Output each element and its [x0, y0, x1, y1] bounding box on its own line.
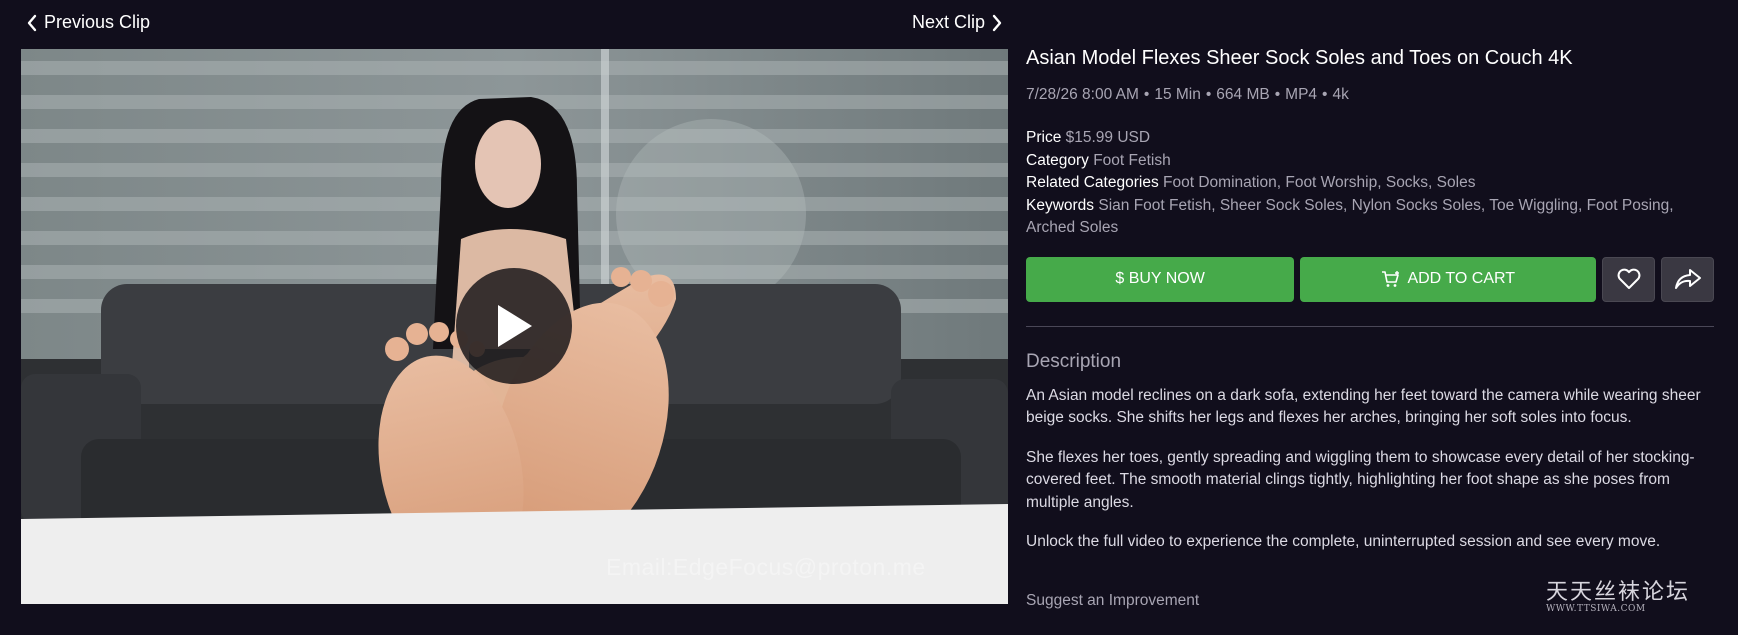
site-watermark-text: 天天丝袜论坛 [1546, 580, 1691, 605]
chevron-left-icon [27, 14, 37, 31]
purchase-actions: $ BUY NOW ADD TO CART [1026, 256, 1714, 302]
price-row: Price $15.99 USD [1026, 129, 1151, 146]
category-row: Category Foot Fetish [1026, 151, 1171, 169]
favorite-button[interactable] [1602, 256, 1656, 302]
description-heading: Description [1026, 350, 1122, 372]
video-watermark: Email:EdgeFocus@proton.me [606, 554, 926, 580]
next-clip-label: Next Clip [912, 12, 986, 32]
clip-title: Asian Model Flexes Sheer Sock Soles and … [1026, 47, 1573, 69]
previous-clip-link[interactable]: Previous Clip [26, 12, 150, 33]
clip-meta: 7/28/26 8:00 AM • 15 Min • 664 MB • MP4 • 4k [1026, 86, 1349, 103]
cart-add-icon [1382, 271, 1400, 287]
chevron-right-icon [992, 14, 1002, 31]
previous-clip-label: Previous Clip [44, 12, 151, 32]
buy-now-label: $ BUY NOW [1115, 270, 1205, 287]
clip-date: 7/28/26 8:00 AM [1026, 86, 1139, 103]
keywords-row: Keywords Sian Foot Fetish, Sheer Sock So… [1026, 196, 1674, 237]
clip-details: Price $15.99 USD Category Foot Fetish Re… [1026, 127, 1714, 240]
suggest-improvement-link[interactable]: Suggest an Improvement [1026, 592, 1199, 610]
clip-resolution: 4k [1332, 86, 1349, 103]
section-divider [1026, 325, 1714, 327]
price-value: $15.99 USD [1065, 129, 1151, 146]
video-player[interactable]: Email:EdgeFocus@proton.me [21, 49, 1008, 604]
related-categories-row: Related Categories Foot Domination, Foot… [1026, 174, 1476, 191]
add-to-cart-label: ADD TO CART [1407, 270, 1516, 287]
share-icon [1674, 269, 1701, 289]
heart-icon [1617, 268, 1641, 289]
description-paragraph: Unlock the full video to experience the … [1026, 533, 1661, 550]
clip-info-panel: Asian Model Flexes Sheer Sock Soles and … [1026, 40, 1714, 554]
buy-now-button[interactable]: $ BUY NOW [1026, 256, 1295, 302]
site-watermark: 天天丝袜论坛 WWW.TTSIWA.COM [1546, 574, 1706, 614]
add-to-cart-button[interactable]: ADD TO CART [1300, 256, 1597, 302]
category-value[interactable]: Foot Fetish [1093, 152, 1171, 169]
play-icon [498, 305, 532, 347]
description-section: Description An Asian model reclines on a… [1026, 351, 1714, 554]
clip-size: 664 MB [1216, 86, 1270, 103]
related-categories-value[interactable]: Foot Domination, Foot Worship, Socks, So… [1163, 174, 1475, 191]
next-clip-link[interactable]: Next Clip [912, 12, 1003, 33]
play-button[interactable] [456, 268, 572, 384]
keywords-value[interactable]: Sian Foot Fetish, Sheer Sock Soles, Nylo… [1026, 197, 1674, 237]
description-paragraph: She flexes her toes, gently spreading an… [1026, 448, 1695, 511]
clip-duration: 15 Min [1154, 86, 1201, 103]
clip-format: MP4 [1285, 86, 1318, 103]
description-paragraph: An Asian model reclines on a dark sofa, … [1026, 386, 1701, 427]
share-button[interactable] [1661, 256, 1714, 302]
